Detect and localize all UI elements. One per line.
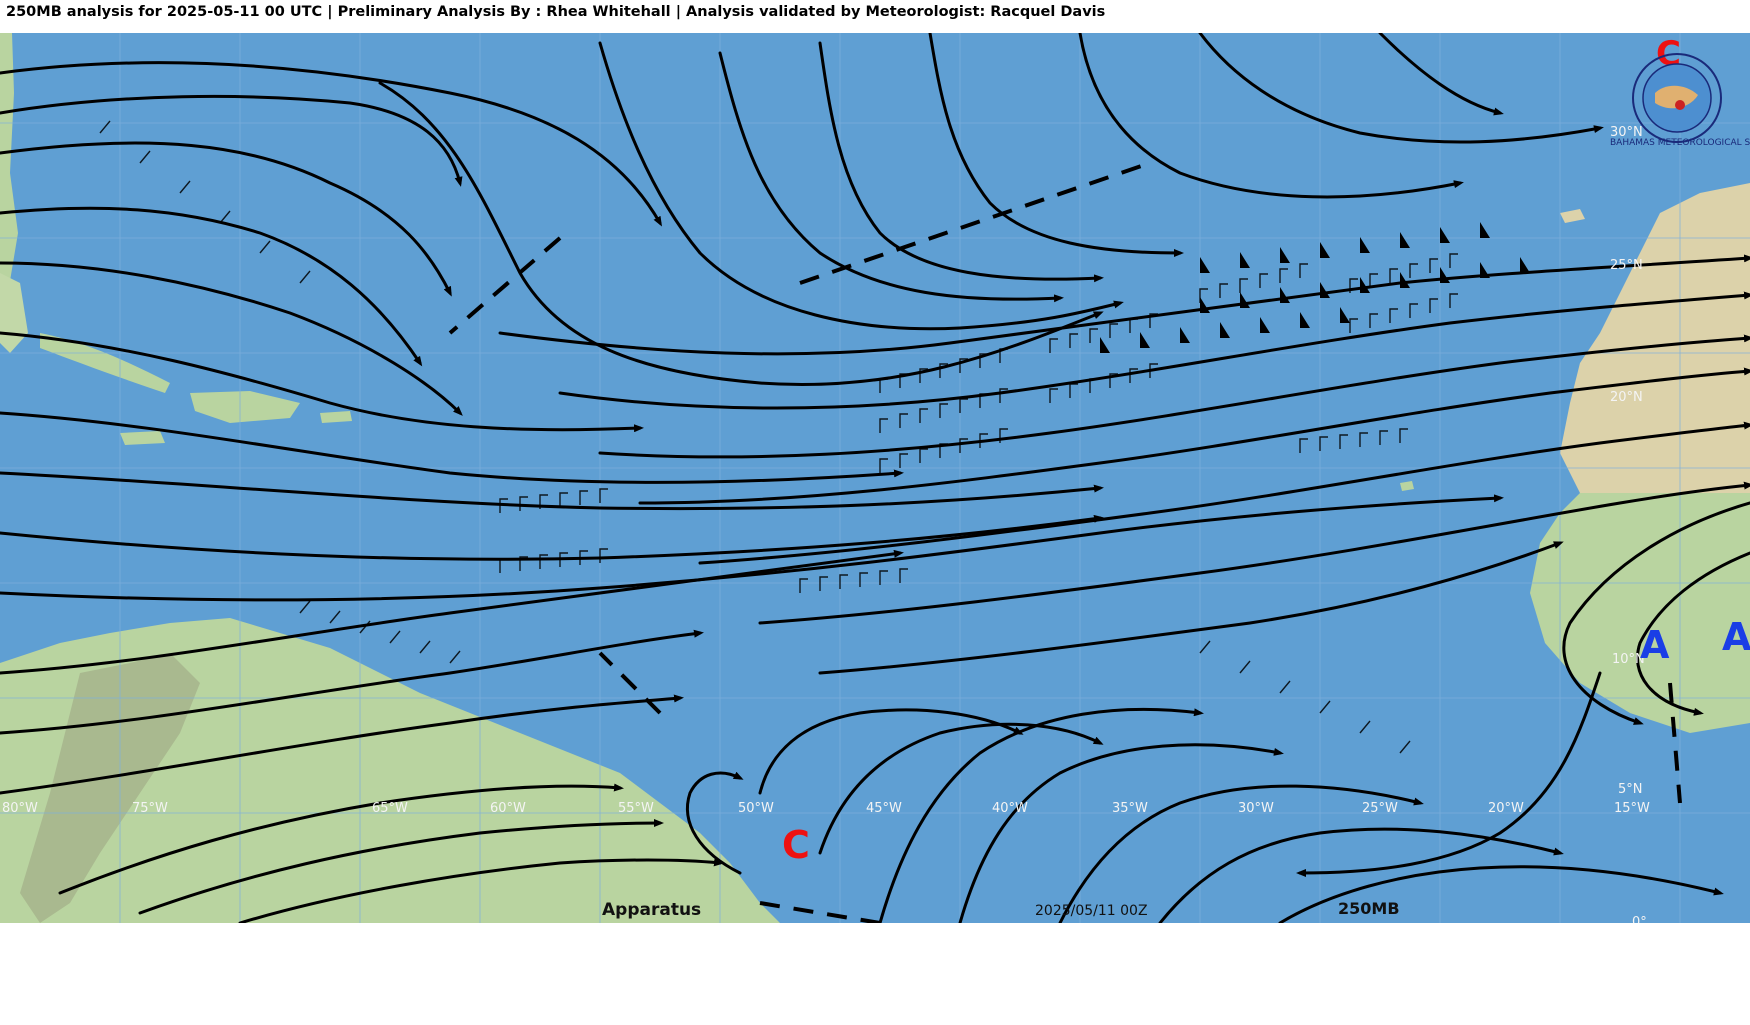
land-puerto-rico <box>320 411 352 423</box>
lon-label: 35°W <box>1112 801 1148 816</box>
valid-time-label: 2025/05/11 00Z <box>1035 903 1148 919</box>
lat-label: 20°N <box>1610 390 1643 405</box>
lon-label: 75°W <box>132 801 168 816</box>
anticyclonic-center-marker: A <box>1722 615 1750 659</box>
lon-label: 65°W <box>372 801 408 816</box>
lon-label: 55°W <box>618 801 654 816</box>
analysis-title: 250MB analysis for 2025-05-11 00 UTC | P… <box>6 4 1106 20</box>
lon-label: 50°W <box>738 801 774 816</box>
lon-label: 40°W <box>992 801 1028 816</box>
land-jamaica <box>120 431 165 445</box>
watermark-label: Apparatus <box>602 900 701 920</box>
logo-emblem-icon <box>1675 100 1685 110</box>
lon-label: 15°W <box>1614 801 1650 816</box>
cyclonic-center-marker: C <box>782 823 810 867</box>
lon-label: 80°W <box>2 801 38 816</box>
level-label: 250MB <box>1338 899 1400 918</box>
lat-label: 25°N <box>1610 258 1643 273</box>
lon-label: 45°W <box>866 801 902 816</box>
lon-label: 30°W <box>1238 801 1274 816</box>
anticyclonic-center-marker: A <box>1640 623 1670 667</box>
lat-label: 0° <box>1632 915 1647 923</box>
lon-label: 25°W <box>1362 801 1398 816</box>
lon-label: 20°W <box>1488 801 1524 816</box>
lat-label: 5°N <box>1618 782 1643 797</box>
weather-map: 80°W 75°W 65°W 60°W 55°W 50°W 45°W 40°W … <box>0 33 1750 923</box>
lon-label: 60°W <box>490 801 526 816</box>
logo-text: BAHAMAS METEOROLOGICAL SERVICES <box>1610 138 1750 148</box>
